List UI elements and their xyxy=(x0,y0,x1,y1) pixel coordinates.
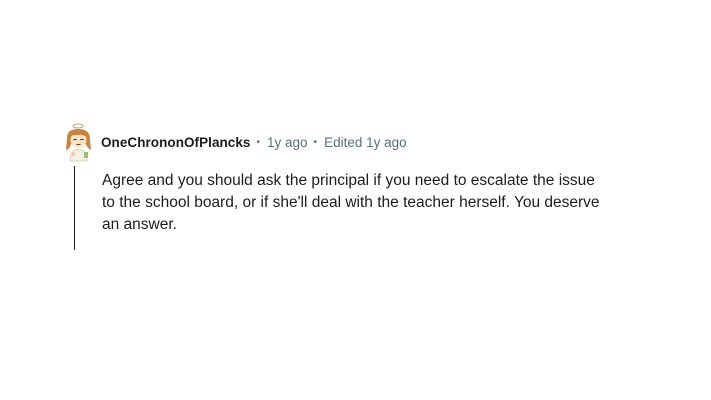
comment-edited: Edited 1y ago xyxy=(324,134,407,150)
meta-separator: • xyxy=(313,136,318,148)
comment-author[interactable]: OneChrononOfPlancks xyxy=(101,135,250,150)
user-avatar-icon[interactable] xyxy=(62,122,96,162)
comment-body-line: to the school board, or if she'll deal w… xyxy=(102,194,600,211)
meta-separator: • xyxy=(256,136,260,148)
comment-body-line: Agree and you should ask the principal i… xyxy=(102,172,595,189)
comment-body: Agree and you should ask the principal i… xyxy=(102,170,662,236)
comment-header: OneChrononOfPlancks • 1y ago • Edited 1y… xyxy=(60,122,407,162)
thread-collapse-line[interactable] xyxy=(74,166,75,250)
comment-timestamp[interactable]: 1y ago xyxy=(267,135,308,150)
comment-body-line: an answer. xyxy=(102,216,177,233)
